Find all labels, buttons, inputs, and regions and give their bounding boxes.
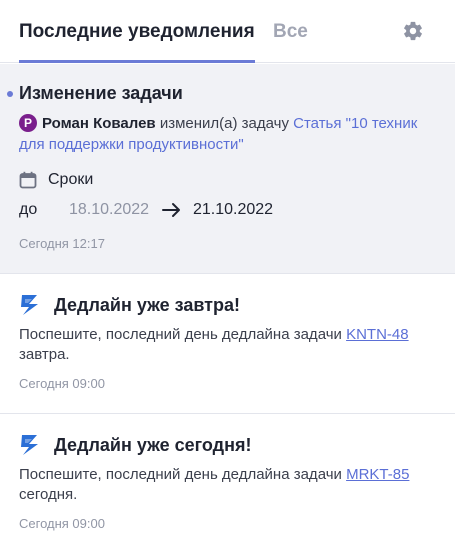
notification-body: Поспешите, последний день дедлайна задач… <box>19 465 439 505</box>
notification-item[interactable]: Изменение задачи Р Роман Ковалев изменил(… <box>0 64 455 274</box>
arrow-right-icon <box>162 203 180 217</box>
notification-title: Дедлайн уже сегодня! <box>54 435 252 455</box>
brand-logo-icon <box>21 435 38 455</box>
active-tab-indicator <box>19 60 255 63</box>
body-text: Поспешите, последний день дедлайна задач… <box>19 466 347 483</box>
body-text: Поспешите, последний день дедлайна задач… <box>19 326 347 343</box>
notification-body: Поспешите, последний день дедлайна задач… <box>19 325 439 365</box>
tab-recent-notifications[interactable]: Последние уведомления <box>19 20 255 44</box>
timestamp: Сегодня 09:00 <box>19 516 105 531</box>
notification-title: Дедлайн уже завтра! <box>54 295 240 315</box>
notification-author-line: Р Роман Ковалев изменил(а) задачу Статья … <box>19 113 439 155</box>
ticket-link[interactable]: KNTN-48 <box>346 326 409 343</box>
unread-indicator <box>7 91 13 97</box>
old-value: 18.10.2022 <box>69 201 150 218</box>
author-name[interactable]: Роман Ковалев <box>42 115 156 132</box>
notification-item[interactable]: Дедлайн уже завтра! Поспешите, последний… <box>0 275 455 414</box>
tab-all[interactable]: Все <box>273 20 308 44</box>
body-text-end: завтра. <box>19 346 70 363</box>
avatar[interactable]: Р <box>19 114 37 132</box>
notification-title: Изменение задачи <box>19 83 183 103</box>
gear-icon[interactable] <box>402 20 424 42</box>
timestamp: Сегодня 09:00 <box>19 376 105 391</box>
timestamp: Сегодня 12:17 <box>19 236 105 251</box>
brand-logo-icon <box>21 295 38 315</box>
field-label: Сроки <box>48 171 94 188</box>
ticket-link[interactable]: MRKT-85 <box>346 466 409 483</box>
to-label: до <box>19 201 38 218</box>
calendar-icon <box>19 171 37 189</box>
body-text-end: сегодня. <box>19 486 78 503</box>
notification-item[interactable]: Дедлайн уже сегодня! Поспешите, последни… <box>0 415 455 550</box>
action-text: изменил(а) задачу <box>159 115 289 132</box>
new-value: 21.10.2022 <box>193 201 274 218</box>
notifications-panel: Последние уведомления Все Изменение зада… <box>0 0 455 550</box>
notifications-header: Последние уведомления Все <box>0 0 455 63</box>
